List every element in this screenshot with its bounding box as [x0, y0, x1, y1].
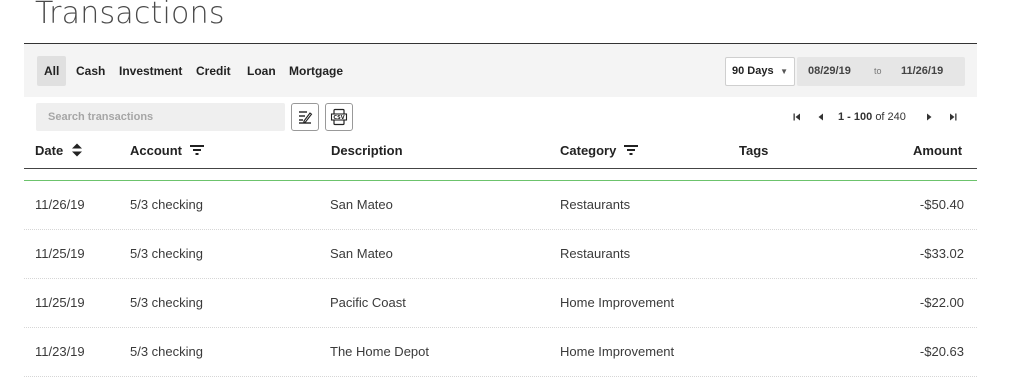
cell-account: 5/3 checking	[130, 344, 203, 359]
filter-icon[interactable]	[624, 144, 639, 156]
cell-description: Pacific Coast	[330, 295, 406, 310]
edit-list-button[interactable]	[291, 103, 319, 131]
export-csv-button[interactable]: CSV	[325, 103, 353, 131]
date-range-value: 90 Days	[732, 65, 774, 77]
column-header-account[interactable]: Account	[130, 141, 204, 159]
sort-icon	[72, 143, 83, 157]
chevron-right-icon	[927, 113, 932, 121]
table-header-divider	[24, 168, 977, 169]
page-total: of 240	[875, 111, 906, 123]
filter-investment[interactable]: Investment	[119, 56, 182, 86]
chevron-left-icon	[818, 113, 823, 121]
column-label-category: Category	[560, 142, 617, 158]
date-to[interactable]: 11/26/19	[901, 57, 943, 86]
date-range-field[interactable]: 08/29/19 to 11/26/19	[797, 57, 965, 86]
column-label-description: Description	[331, 142, 403, 158]
cell-description: The Home Depot	[330, 344, 429, 359]
cell-date: 11/25/19	[35, 295, 85, 310]
cell-amount: -$20.63	[919, 344, 964, 359]
date-range-select[interactable]: 90 Days ▼	[725, 57, 795, 86]
table-row[interactable]: 11/25/19 5/3 checking Pacific Coast Home…	[24, 279, 977, 328]
first-page-button[interactable]	[790, 108, 804, 126]
column-header-amount[interactable]: Amount	[913, 141, 962, 159]
cell-date: 11/23/19	[35, 344, 85, 359]
cell-amount: -$50.40	[919, 197, 964, 212]
cell-description: San Mateo	[330, 246, 393, 261]
first-page-icon	[793, 113, 800, 121]
last-page-icon	[950, 113, 957, 121]
pagination-status: 1 - 100 of 240	[838, 108, 906, 126]
last-page-button[interactable]	[946, 108, 960, 126]
column-header-description[interactable]: Description	[331, 141, 403, 159]
table-row[interactable]: 11/23/19 5/3 checking The Home Depot Hom…	[24, 328, 977, 377]
caret-down-icon: ▼	[780, 67, 788, 76]
cell-date: 11/26/19	[35, 197, 85, 212]
cell-account: 5/3 checking	[130, 197, 203, 212]
previous-page-button[interactable]	[814, 108, 828, 126]
cell-category[interactable]: Restaurants	[560, 181, 630, 229]
column-label-account: Account	[130, 142, 182, 158]
page-range: 1 - 100	[838, 111, 873, 123]
svg-text:CSV: CSV	[333, 115, 344, 121]
filter-cash[interactable]: Cash	[76, 56, 105, 86]
csv-export-icon: CSV	[330, 108, 348, 126]
table-row[interactable]: 11/26/19 5/3 checking San Mateo Restaura…	[24, 181, 977, 230]
cell-category[interactable]: Home Improvement	[560, 279, 674, 327]
cell-amount: -$33.02	[919, 246, 964, 261]
cell-account: 5/3 checking	[130, 295, 203, 310]
page-title: Transactions	[35, 0, 225, 31]
cell-account: 5/3 checking	[130, 246, 203, 261]
cell-category[interactable]: Home Improvement	[560, 328, 674, 376]
column-label-tags: Tags	[739, 142, 769, 158]
column-label-date: Date	[35, 142, 64, 158]
edit-list-icon	[299, 111, 313, 124]
table-row[interactable]: 11/25/19 5/3 checking San Mateo Restaura…	[24, 230, 977, 279]
cell-description: San Mateo	[330, 197, 393, 212]
column-header-tags[interactable]: Tags	[739, 141, 768, 159]
filter-loan[interactable]: Loan	[247, 56, 276, 86]
column-header-date[interactable]: Date	[35, 141, 83, 159]
column-label-amount: Amount	[913, 142, 963, 158]
cell-amount: -$22.00	[919, 295, 964, 310]
filter-icon[interactable]	[190, 144, 204, 156]
cell-date: 11/25/19	[35, 246, 85, 261]
next-page-button[interactable]	[922, 108, 936, 126]
date-to-label: to	[874, 66, 882, 76]
filter-all[interactable]: All	[37, 56, 67, 86]
column-header-category[interactable]: Category	[560, 141, 639, 159]
date-from[interactable]: 08/29/19	[808, 57, 851, 86]
filter-credit[interactable]: Credit	[196, 56, 231, 86]
filter-mortgage[interactable]: Mortgage	[289, 56, 343, 86]
cell-category[interactable]: Restaurants	[560, 230, 630, 278]
search-input[interactable]	[36, 103, 285, 131]
